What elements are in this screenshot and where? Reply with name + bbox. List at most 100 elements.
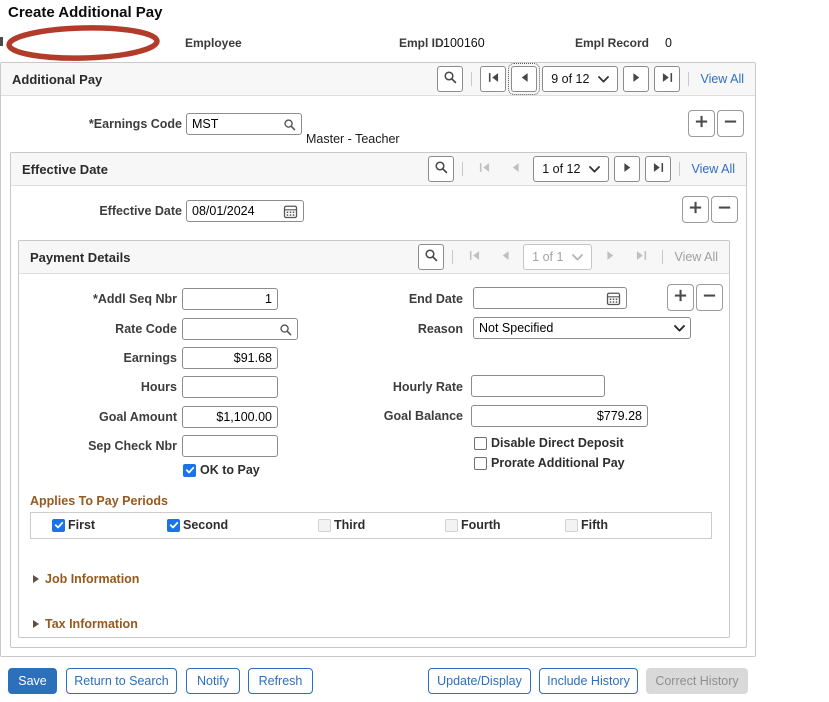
pay-period-first-checkbox[interactable] <box>52 519 65 532</box>
checkmark-icon <box>169 517 179 535</box>
nav-separator <box>662 250 664 264</box>
view-all-link[interactable]: View All <box>691 162 735 176</box>
delete-row-icon <box>703 289 716 307</box>
delete-row-button[interactable] <box>717 110 744 137</box>
calendar-icon[interactable] <box>283 204 298 219</box>
hourly-rate-label: Hourly Rate <box>392 380 463 394</box>
goal-balance-input[interactable]: $779.28 <box>471 405 648 427</box>
search-button[interactable] <box>418 244 445 270</box>
empl-record-value: 0 <box>665 36 672 50</box>
view-all-link[interactable]: View All <box>700 72 744 86</box>
refresh-button[interactable]: Refresh <box>248 668 313 694</box>
pay-period-fifth-label: Fifth <box>581 518 609 532</box>
nav-separator <box>688 72 690 86</box>
previous-row-icon <box>500 248 511 266</box>
effective-date-input[interactable]: 08/01/2024 <box>186 200 304 222</box>
nav-separator <box>462 162 464 176</box>
job-information-section-toggle[interactable]: Job Information <box>33 572 139 586</box>
hours-input[interactable] <box>182 376 278 398</box>
tax-information-section-toggle[interactable]: Tax Information <box>33 617 138 631</box>
delete-row-button[interactable] <box>711 196 738 223</box>
last-row-icon <box>636 248 647 266</box>
row-position-value: 1 of 1 <box>532 250 564 264</box>
additional-pay-header: Additional Pay 9 of 12 View All <box>1 63 755 96</box>
goal-amount-label: Goal Amount <box>98 410 177 424</box>
addl-seq-nbr-input[interactable]: 1 <box>182 288 278 310</box>
search-icon <box>424 248 438 267</box>
goal-amount-value: $1,100.00 <box>216 410 272 424</box>
previous-row-button-disabled <box>502 156 528 182</box>
hours-label: Hours <box>140 380 177 394</box>
reason-select[interactable]: Not Specified <box>473 317 691 339</box>
view-all-link-disabled: View All <box>674 250 718 264</box>
nav-separator <box>679 162 681 176</box>
search-button[interactable] <box>428 156 455 182</box>
earnings-value: $91.68 <box>233 351 272 365</box>
next-row-icon <box>631 70 642 88</box>
end-date-input[interactable] <box>473 287 627 309</box>
page-title: Create Additional Pay <box>8 4 163 21</box>
prorate-additional-pay-checkbox[interactable] <box>474 457 487 470</box>
chevron-down-icon <box>674 324 685 332</box>
effective-date-header: Effective Date 1 of 12 View All <box>11 153 746 186</box>
row-position-select[interactable]: 9 of 12 <box>542 66 619 92</box>
hourly-rate-input[interactable] <box>471 375 605 397</box>
tax-information-label: Tax Information <box>45 617 138 631</box>
previous-row-icon <box>519 70 530 88</box>
add-row-icon <box>674 289 687 307</box>
first-row-button[interactable] <box>480 66 507 92</box>
next-row-icon <box>622 160 633 178</box>
payment-details-nav: 1 of 1 View All <box>418 244 718 270</box>
include-history-button[interactable]: Include History <box>539 668 638 694</box>
search-icon <box>443 70 457 89</box>
row-position-select-disabled: 1 of 1 <box>523 244 593 270</box>
delete-row-button[interactable] <box>696 284 723 311</box>
additional-pay-nav: 9 of 12 View All <box>437 63 744 95</box>
collapsed-section-icon <box>33 620 39 628</box>
earnings-input[interactable]: $91.68 <box>182 347 278 369</box>
chevron-down-icon <box>589 165 601 173</box>
add-row-button[interactable] <box>688 110 715 137</box>
next-row-button[interactable] <box>623 66 650 92</box>
goal-amount-input[interactable]: $1,100.00 <box>182 406 278 428</box>
last-row-button[interactable] <box>645 156 672 182</box>
delete-row-icon <box>718 201 731 219</box>
calendar-icon[interactable] <box>606 291 621 306</box>
sep-check-nbr-label: Sep Check Nbr <box>88 439 177 453</box>
create-additional-pay-page: Create Additional Pay Employee Empl ID 1… <box>0 0 829 702</box>
last-row-icon <box>662 70 673 88</box>
redaction-oval <box>6 25 160 61</box>
additional-pay-title: Additional Pay <box>12 71 103 87</box>
effective-date-value: 08/01/2024 <box>192 204 255 218</box>
last-row-button[interactable] <box>654 66 681 92</box>
pay-period-second-label: Second <box>183 518 229 532</box>
add-row-button[interactable] <box>682 196 709 223</box>
ok-to-pay-checkbox[interactable] <box>183 464 196 477</box>
previous-row-button[interactable] <box>508 63 541 95</box>
update-display-button[interactable]: Update/Display <box>428 668 531 694</box>
next-row-button[interactable] <box>614 156 641 182</box>
empl-record-label: Empl Record <box>575 36 650 50</box>
effective-date-nav: 1 of 12 View All <box>428 156 735 182</box>
earnings-code-input[interactable]: MST <box>186 113 302 135</box>
rate-code-input[interactable] <box>182 318 298 340</box>
last-row-button-disabled <box>628 244 654 270</box>
save-button[interactable]: Save <box>8 668 57 694</box>
notify-button[interactable]: Notify <box>186 668 240 694</box>
end-date-label: End Date <box>408 292 463 306</box>
pay-period-fifth-checkbox <box>565 519 578 532</box>
search-icon[interactable] <box>279 323 292 336</box>
payment-details-header: Payment Details 1 of 1 View All <box>19 241 729 274</box>
pay-periods-row <box>30 512 712 539</box>
row-position-value: 1 of 12 <box>542 162 581 176</box>
goal-balance-value: $779.28 <box>596 409 642 423</box>
disable-direct-deposit-checkbox[interactable] <box>474 437 487 450</box>
search-button[interactable] <box>437 66 464 92</box>
add-row-button[interactable] <box>667 284 694 311</box>
sep-check-nbr-input[interactable] <box>182 435 278 457</box>
pay-period-second-checkbox[interactable] <box>167 519 180 532</box>
empl-id-value: 100160 <box>443 36 485 50</box>
row-position-select[interactable]: 1 of 12 <box>533 156 610 182</box>
search-icon[interactable] <box>283 118 296 131</box>
return-to-search-button[interactable]: Return to Search <box>66 668 177 694</box>
